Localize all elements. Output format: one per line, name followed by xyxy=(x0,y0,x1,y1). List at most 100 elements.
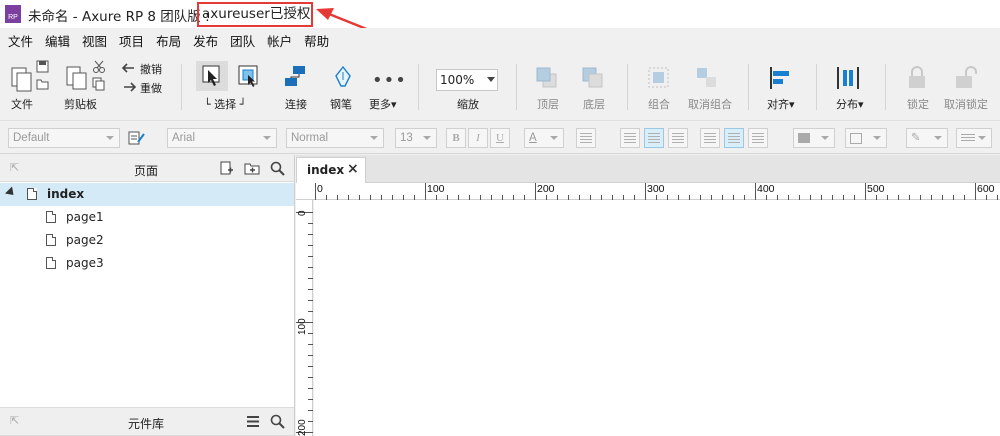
redo-label[interactable]: 重做 xyxy=(140,80,162,96)
menu-publish[interactable]: 发布 xyxy=(187,31,224,50)
group-button[interactable] xyxy=(646,65,672,94)
align-text-left-button[interactable] xyxy=(620,128,640,148)
menu-edit[interactable]: 编辑 xyxy=(39,31,76,50)
unlock-label: 取消锁定 xyxy=(944,98,988,111)
shadow-select[interactable] xyxy=(845,128,887,148)
menu-account[interactable]: 帐户 xyxy=(261,31,298,50)
align-text-center-icon xyxy=(648,133,660,143)
format-toolbar: Default Arial Normal 13 B I U A ✎ xyxy=(0,120,1000,154)
pages-panel-title: 页面 xyxy=(134,164,159,178)
page-name: page2 xyxy=(66,233,104,247)
tab-index[interactable]: index × xyxy=(296,157,366,183)
ruler-label: 100 xyxy=(427,183,445,195)
bold-button[interactable]: B xyxy=(446,128,466,148)
bullet-list-icon xyxy=(580,133,592,143)
format-painter-icon[interactable] xyxy=(128,130,146,146)
file-button[interactable] xyxy=(8,64,34,95)
align-label: 对齐 xyxy=(767,98,789,111)
send-to-back-button[interactable] xyxy=(581,66,605,93)
font-size-select[interactable]: 13 xyxy=(395,128,437,148)
connect-tool-button[interactable] xyxy=(283,64,309,93)
align-text-top-button[interactable] xyxy=(700,128,720,148)
menu-arrange[interactable]: 布局 xyxy=(150,31,187,50)
align-dropdown[interactable]: 对齐▾ xyxy=(767,96,795,112)
align-text-right-button[interactable] xyxy=(668,128,688,148)
redo-button[interactable] xyxy=(122,81,137,96)
select-tool-button[interactable] xyxy=(196,61,228,91)
page-icon xyxy=(46,257,56,269)
toolbar-separator xyxy=(748,64,749,110)
page-tree-item-index[interactable]: index xyxy=(0,183,294,206)
align-button[interactable] xyxy=(768,65,794,94)
library-panel-title: 元件库 xyxy=(128,417,165,431)
search-icon[interactable] xyxy=(270,414,285,429)
page-tree-item-page3[interactable]: page3 xyxy=(0,252,294,275)
pen-tool-button[interactable] xyxy=(330,64,356,93)
collapse-panel-icon[interactable]: ⇱ xyxy=(10,414,19,427)
collapse-panel-icon[interactable]: ⇱ xyxy=(10,161,19,174)
font-weight-select[interactable]: Normal xyxy=(286,128,384,148)
menu-team[interactable]: 团队 xyxy=(224,31,261,50)
undo-label[interactable]: 撤销 xyxy=(140,61,162,77)
underline-button[interactable]: U xyxy=(490,128,510,148)
copy-icon[interactable] xyxy=(92,77,106,91)
italic-button[interactable]: I xyxy=(468,128,488,148)
bullet-list-button[interactable] xyxy=(576,128,596,148)
page-tree-item-page1[interactable]: page1 xyxy=(0,206,294,229)
menu-file[interactable]: 文件 xyxy=(0,31,39,50)
bring-to-front-button[interactable] xyxy=(535,66,559,93)
style-select[interactable]: Default xyxy=(8,128,120,148)
distribute-button[interactable] xyxy=(835,65,861,94)
ungroup-icon xyxy=(697,68,716,87)
page-icon xyxy=(46,211,56,223)
group-label: 组合 xyxy=(648,98,670,111)
lock-button[interactable] xyxy=(905,65,929,94)
open-folder-icon[interactable] xyxy=(36,77,50,91)
distribute-dropdown[interactable]: 分布▾ xyxy=(836,96,864,112)
toolbar-separator xyxy=(418,64,419,110)
add-page-icon[interactable] xyxy=(219,161,234,176)
undo-button[interactable] xyxy=(121,62,136,77)
fill-color-select[interactable] xyxy=(793,128,835,148)
toolbar-separator xyxy=(885,64,886,110)
paste-button[interactable] xyxy=(64,64,90,95)
distribute-label: 分布 xyxy=(836,98,858,111)
undo-icon xyxy=(121,63,134,73)
save-icon[interactable] xyxy=(36,60,50,74)
close-tab-icon[interactable]: × xyxy=(347,161,359,177)
horizontal-ruler: 0 100 200 300 400 500 600 xyxy=(296,183,1000,200)
unlock-icon xyxy=(956,66,977,88)
bring-to-front-icon xyxy=(536,67,557,88)
select-intersect-icon xyxy=(202,65,220,86)
search-icon[interactable] xyxy=(270,161,285,176)
select-contained-button[interactable] xyxy=(236,63,262,92)
align-text-center-button[interactable] xyxy=(644,128,664,148)
fill-color-swatch xyxy=(798,133,810,143)
cut-icon[interactable] xyxy=(92,60,106,74)
lock-label: 锁定 xyxy=(907,98,929,111)
more-dots-icon[interactable]: ••• xyxy=(372,70,407,91)
line-width-select[interactable] xyxy=(956,128,992,148)
ruler-label: 100 xyxy=(297,318,308,335)
menu-help[interactable]: 帮助 xyxy=(298,31,335,50)
ungroup-button[interactable] xyxy=(694,65,720,94)
design-canvas[interactable] xyxy=(314,200,1000,436)
more-button[interactable]: 更多▾ xyxy=(369,96,397,112)
menu-icon[interactable] xyxy=(246,415,260,428)
line-color-select[interactable]: ✎ xyxy=(906,128,948,148)
align-text-bottom-button[interactable] xyxy=(748,128,768,148)
align-text-middle-icon xyxy=(728,133,740,143)
add-folder-icon[interactable] xyxy=(244,161,260,176)
menu-project[interactable]: 项目 xyxy=(113,31,150,50)
ruler-label: 0 xyxy=(297,210,308,216)
ungroup-label: 取消组合 xyxy=(688,98,732,111)
font-family-select[interactable]: Arial xyxy=(167,128,277,148)
menu-view[interactable]: 视图 xyxy=(76,31,113,50)
align-text-middle-button[interactable] xyxy=(724,128,744,148)
page-tree-item-page2[interactable]: page2 xyxy=(0,229,294,252)
font-color-select[interactable]: A xyxy=(524,128,564,148)
toolbar-separator xyxy=(181,64,182,110)
expand-caret-icon[interactable] xyxy=(4,186,18,199)
unlock-button[interactable] xyxy=(953,65,979,94)
zoom-dropdown-chevron-icon[interactable] xyxy=(487,77,495,82)
